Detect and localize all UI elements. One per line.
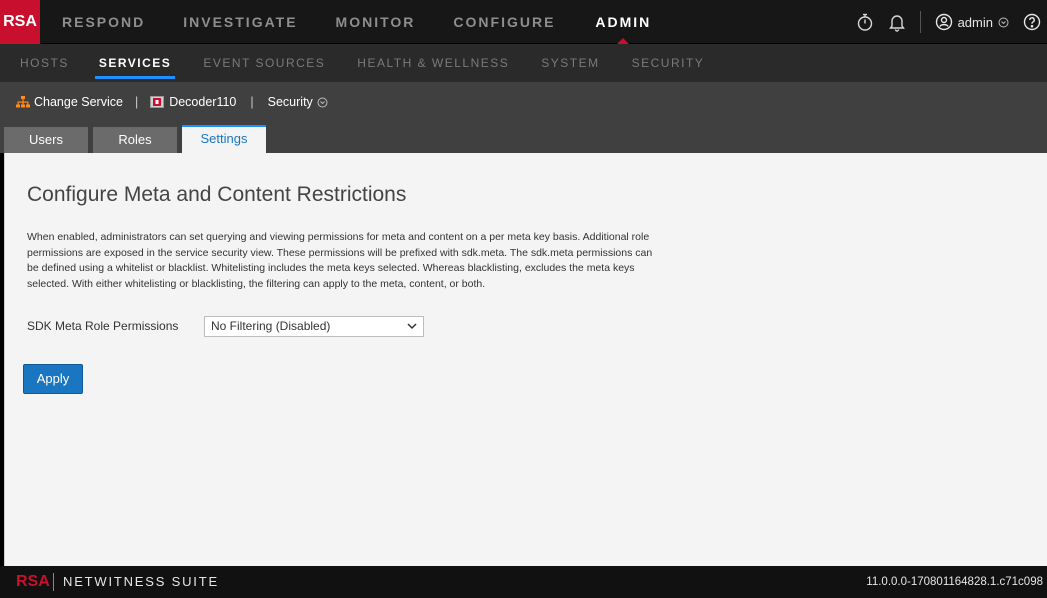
top-right-tools: admin [856, 0, 1047, 44]
org-chart-icon [16, 95, 30, 109]
description: When enabled, administrators can set que… [27, 230, 787, 292]
chevron-down-icon [317, 97, 328, 108]
nav-investigate[interactable]: INVESTIGATE [171, 0, 309, 44]
subnav-services[interactable]: SERVICES [87, 44, 183, 82]
sdk-meta-permissions-select[interactable]: No Filtering (Disabled) [204, 316, 424, 337]
separator: | [134, 95, 139, 109]
user-menu[interactable]: admin [935, 13, 1009, 31]
footer: RSA NETWITNESS SUITE 11.0.0.0-1708011648… [0, 566, 1047, 598]
divider [53, 573, 54, 591]
footer-logo: RSA [16, 573, 50, 590]
divider [919, 11, 921, 33]
main-nav: RESPOND INVESTIGATE MONITOR CONFIGURE AD… [50, 0, 663, 44]
description-line: When enabled, administrators can set que… [27, 231, 650, 243]
bell-icon[interactable] [888, 12, 906, 32]
product-name: NETWITNESS SUITE [63, 574, 219, 589]
view-label: Security [267, 95, 313, 109]
decoder-icon [150, 96, 165, 108]
subnav-hosts[interactable]: HOSTS [8, 44, 81, 82]
separator: | [250, 95, 254, 109]
user-icon [935, 13, 953, 31]
subnav-security[interactable]: SECURITY [620, 44, 717, 82]
selected-value: No Filtering (Disabled) [211, 319, 331, 333]
sub-nav: HOSTS SERVICES EVENT SOURCES HEALTH & WE… [0, 44, 1047, 82]
tab-roles[interactable]: Roles [93, 127, 177, 153]
subnav-system[interactable]: SYSTEM [529, 44, 611, 82]
rsa-logo[interactable]: RSA [0, 0, 40, 44]
nav-respond[interactable]: RESPOND [50, 0, 157, 44]
version-label: 11.0.0.0-170801164828.1.c71c098 [866, 576, 1043, 588]
subnav-health-wellness[interactable]: HEALTH & WELLNESS [345, 44, 521, 82]
view-selector[interactable]: Security [268, 95, 328, 109]
top-nav: RSA RESPOND INVESTIGATE MONITOR CONFIGUR… [0, 0, 1047, 44]
tab-settings[interactable]: Settings [182, 125, 266, 153]
subnav-event-sources[interactable]: EVENT SOURCES [191, 44, 337, 82]
service-name[interactable]: Decoder110 [169, 95, 236, 109]
service-bar: Change Service | Decoder110 | Security [0, 82, 1047, 122]
tabs-bar: Users Roles Settings [0, 122, 1047, 153]
apply-button[interactable]: Apply [23, 364, 83, 394]
change-service-link[interactable]: Change Service [34, 95, 123, 109]
help-icon[interactable] [1023, 13, 1041, 31]
sdk-meta-permissions-label: SDK Meta Role Permissions [27, 319, 179, 333]
nav-admin[interactable]: ADMIN [583, 0, 663, 44]
chevron-down-icon [998, 17, 1009, 28]
settings-panel: Configure Meta and Content Restrictions … [4, 153, 1047, 566]
nav-monitor[interactable]: MONITOR [324, 0, 428, 44]
description-line: selected. With either whitelisting or bl… [27, 277, 486, 290]
nav-configure[interactable]: CONFIGURE [441, 0, 567, 44]
chevron-down-icon [407, 317, 417, 336]
user-name: admin [957, 14, 993, 30]
page-title: Configure Meta and Content Restrictions [27, 183, 407, 206]
description-line: be defined using a whitelist or blacklis… [27, 262, 635, 274]
stopwatch-icon[interactable] [856, 12, 874, 32]
description-line: permissions are exposed in the service s… [27, 246, 653, 259]
tab-users[interactable]: Users [4, 127, 88, 153]
